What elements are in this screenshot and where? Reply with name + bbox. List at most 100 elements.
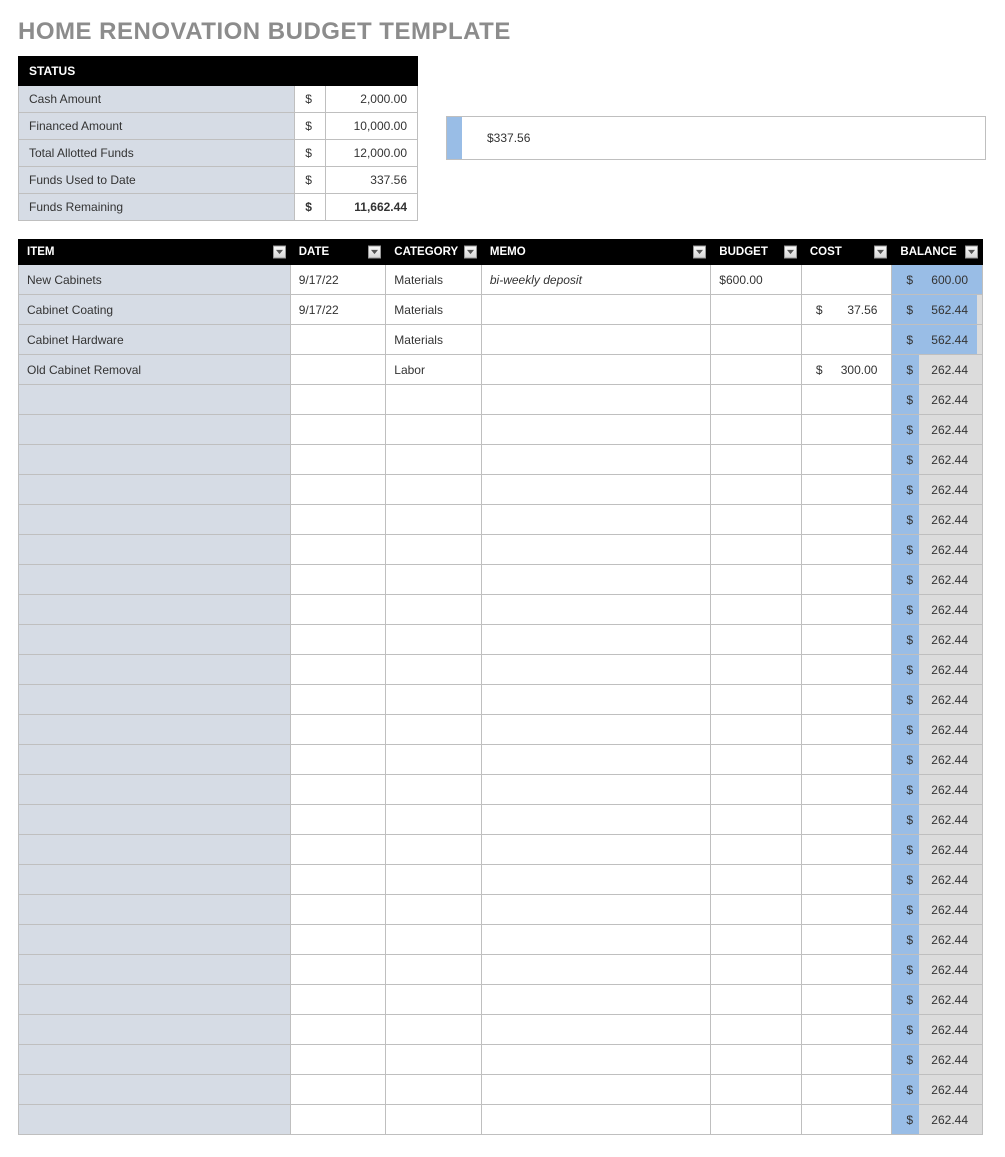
balance-cell[interactable]: $262.44 [892,865,983,895]
balance-cell[interactable]: $600.00 [892,265,983,295]
cost-cell[interactable] [801,655,892,685]
memo-cell[interactable] [481,775,710,805]
cost-cell[interactable] [801,1015,892,1045]
cost-cell[interactable] [801,265,892,295]
memo-cell[interactable] [481,385,710,415]
budget-cell[interactable] [711,895,802,925]
date-cell[interactable] [290,475,386,505]
item-cell[interactable] [19,655,291,685]
balance-cell[interactable]: $262.44 [892,385,983,415]
category-cell[interactable] [386,805,482,835]
balance-cell[interactable]: $262.44 [892,985,983,1015]
balance-cell[interactable]: $262.44 [892,445,983,475]
budget-cell[interactable] [711,685,802,715]
date-cell[interactable] [290,355,386,385]
cost-cell[interactable]: $300.00 [801,355,892,385]
cost-cell[interactable] [801,745,892,775]
status-label[interactable]: Financed Amount [19,113,295,140]
item-cell[interactable] [19,775,291,805]
budget-cell[interactable] [711,655,802,685]
category-cell[interactable] [386,565,482,595]
memo-cell[interactable] [481,835,710,865]
balance-cell[interactable]: $262.44 [892,355,983,385]
category-cell[interactable] [386,385,482,415]
category-cell[interactable]: Materials [386,265,482,295]
item-cell[interactable]: New Cabinets [19,265,291,295]
filter-dropdown-icon[interactable] [464,246,477,259]
cost-cell[interactable] [801,715,892,745]
budget-cell[interactable] [711,835,802,865]
cost-cell[interactable] [801,685,892,715]
date-cell[interactable] [290,625,386,655]
budget-cell[interactable] [711,925,802,955]
balance-cell[interactable]: $262.44 [892,1105,983,1135]
budget-cell[interactable] [711,715,802,745]
cost-cell[interactable] [801,505,892,535]
date-cell[interactable] [290,985,386,1015]
balance-cell[interactable]: $262.44 [892,895,983,925]
column-header[interactable]: BALANCE [892,240,983,265]
cost-cell[interactable] [801,865,892,895]
date-cell[interactable] [290,655,386,685]
item-cell[interactable]: Cabinet Hardware [19,325,291,355]
status-value[interactable]: 11,662.44 [325,194,417,221]
cost-cell[interactable] [801,1105,892,1135]
balance-cell[interactable]: $262.44 [892,505,983,535]
date-cell[interactable] [290,445,386,475]
filter-dropdown-icon[interactable] [965,246,978,259]
budget-cell[interactable] [711,535,802,565]
balance-cell[interactable]: $562.44 [892,325,983,355]
cost-cell[interactable] [801,445,892,475]
status-currency[interactable]: $ [295,167,326,194]
memo-cell[interactable] [481,1015,710,1045]
budget-cell[interactable] [711,595,802,625]
memo-cell[interactable] [481,805,710,835]
budget-cell[interactable] [711,565,802,595]
category-cell[interactable] [386,1045,482,1075]
status-label[interactable]: Funds Remaining [19,194,295,221]
filter-dropdown-icon[interactable] [368,246,381,259]
date-cell[interactable] [290,1105,386,1135]
memo-cell[interactable] [481,895,710,925]
memo-cell[interactable] [481,415,710,445]
filter-dropdown-icon[interactable] [693,246,706,259]
budget-cell[interactable] [711,445,802,475]
budget-cell[interactable] [711,295,802,325]
item-cell[interactable] [19,385,291,415]
date-cell[interactable] [290,535,386,565]
column-header[interactable]: MEMO [481,240,710,265]
item-cell[interactable] [19,745,291,775]
balance-cell[interactable]: $262.44 [892,685,983,715]
budget-cell[interactable] [711,1105,802,1135]
cost-cell[interactable]: $37.56 [801,295,892,325]
cost-cell[interactable] [801,775,892,805]
category-cell[interactable] [386,715,482,745]
budget-cell[interactable] [711,955,802,985]
category-cell[interactable] [386,955,482,985]
cost-cell[interactable] [801,595,892,625]
memo-cell[interactable] [481,685,710,715]
memo-cell[interactable] [481,865,710,895]
memo-cell[interactable] [481,1045,710,1075]
memo-cell[interactable] [481,985,710,1015]
category-cell[interactable] [386,1105,482,1135]
cost-cell[interactable] [801,415,892,445]
cost-cell[interactable] [801,985,892,1015]
balance-cell[interactable]: $262.44 [892,775,983,805]
item-cell[interactable] [19,835,291,865]
balance-cell[interactable]: $262.44 [892,535,983,565]
budget-cell[interactable] [711,385,802,415]
item-cell[interactable] [19,415,291,445]
status-currency[interactable]: $ [295,113,326,140]
memo-cell[interactable] [481,925,710,955]
date-cell[interactable]: 9/17/22 [290,265,386,295]
memo-cell[interactable] [481,1075,710,1105]
memo-cell[interactable] [481,745,710,775]
filter-dropdown-icon[interactable] [273,246,286,259]
item-cell[interactable] [19,955,291,985]
budget-cell[interactable] [711,475,802,505]
budget-cell[interactable] [711,1015,802,1045]
balance-cell[interactable]: $262.44 [892,655,983,685]
status-label[interactable]: Total Allotted Funds [19,140,295,167]
memo-cell[interactable]: bi-weekly deposit [481,265,710,295]
